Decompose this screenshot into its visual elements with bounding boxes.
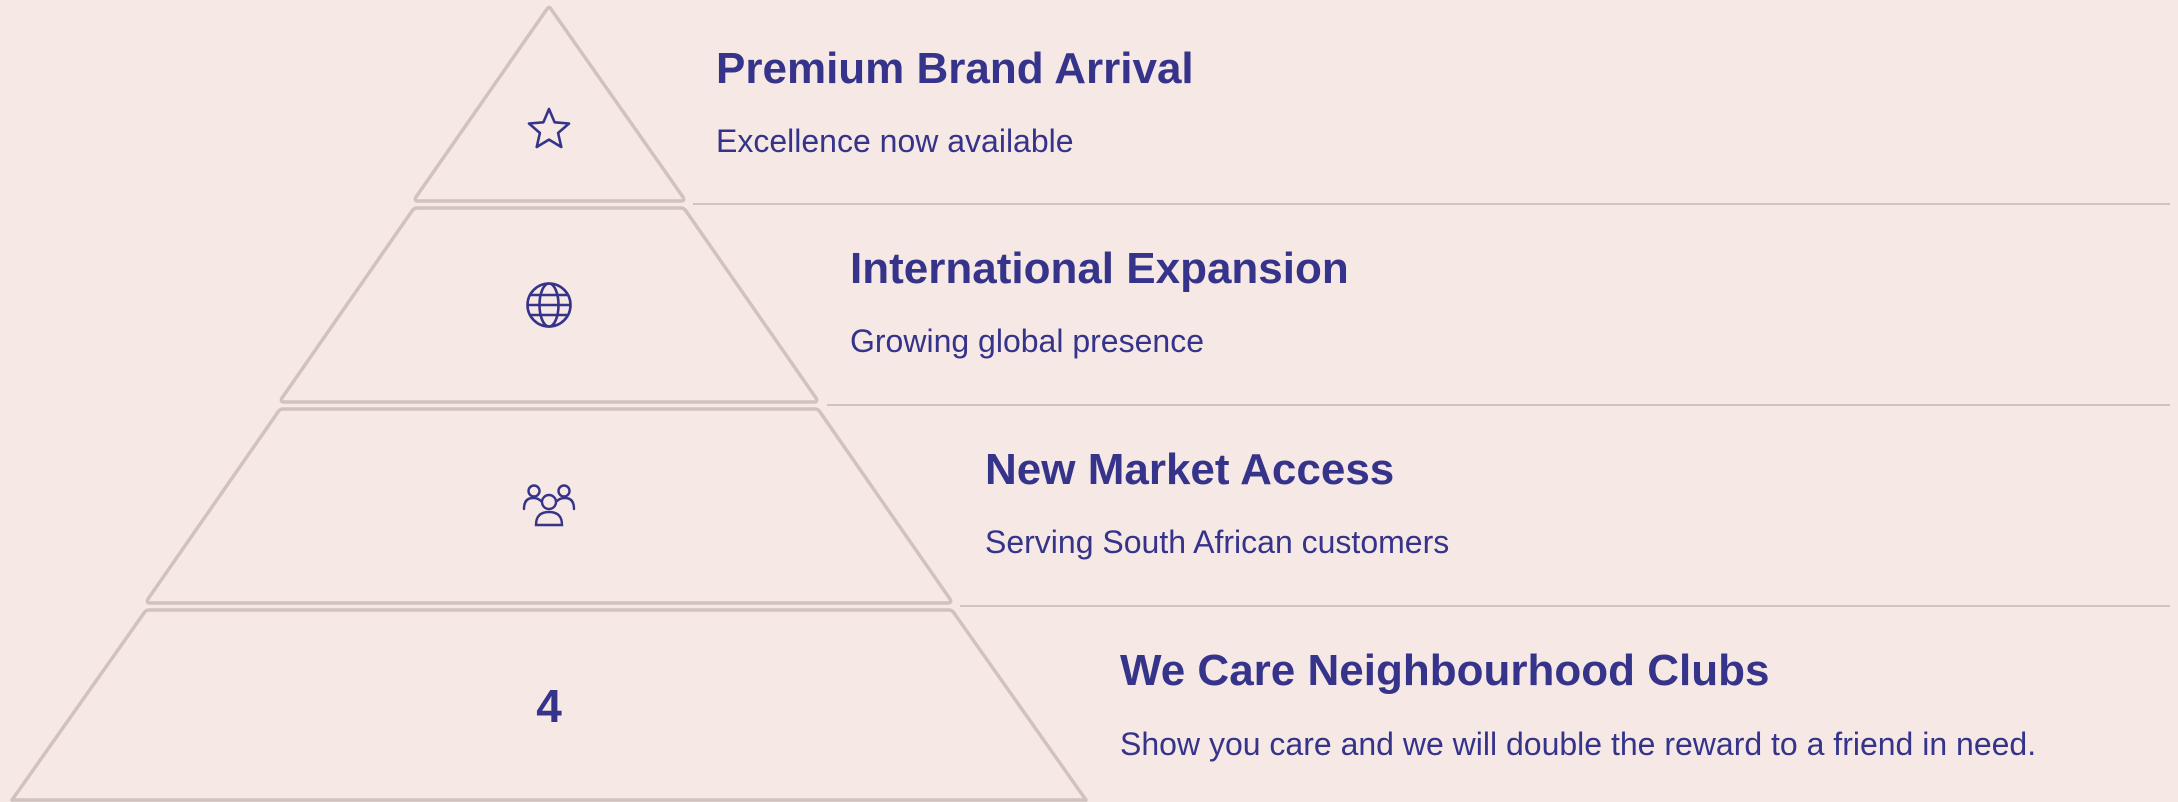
- tier-3-subtitle: Serving South African customers: [985, 524, 1450, 560]
- tier-2-title: International Expansion: [850, 244, 1349, 293]
- pyramid-tier-1[interactable]: [413, 5, 686, 203]
- tier-2-subtitle: Growing global presence: [850, 323, 1204, 359]
- tier-3-title: New Market Access: [985, 445, 1395, 494]
- globe-icon: [526, 282, 572, 328]
- tier-4-title: We Care Neighbourhood Clubs: [1120, 646, 1770, 695]
- star-icon: [527, 107, 571, 149]
- pyramid-diagram: [10, 5, 2170, 802]
- tier-1-subtitle: Excellence now available: [716, 123, 1074, 159]
- pyramid-tier-3[interactable]: [145, 407, 953, 605]
- tier-4-subtitle: Show you care and we will double the rew…: [1120, 726, 2037, 762]
- tier-1-title: Premium Brand Arrival: [716, 44, 1194, 93]
- users-icon: [522, 484, 576, 527]
- tier-4-number: 4: [536, 680, 562, 732]
